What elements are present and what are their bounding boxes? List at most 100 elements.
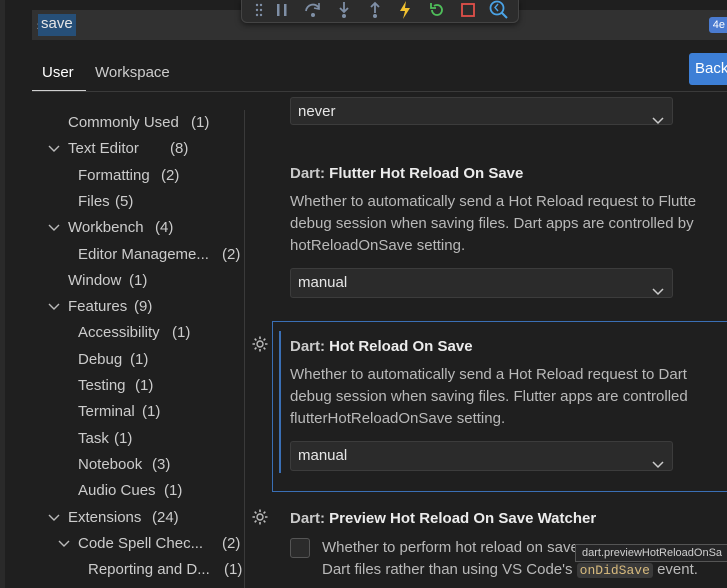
toc-item-label: Text Editor [68,140,139,158]
hot-reload-desc-3: flutterHotReloadOnSave setting. [290,410,506,427]
chevron-down-icon[interactable] [48,505,60,531]
toc-item-count: (1) [172,324,191,342]
toc-item-count: (1) [191,114,210,131]
toc-item[interactable]: Features (9) [0,294,244,320]
toc-item[interactable]: Workbench (4) [0,215,244,241]
chevron-down-icon [652,107,664,135]
chevron-down-icon [652,278,664,306]
toc-item-count: (1) [114,429,133,447]
flutter-hot-reload-desc-1: Whether to automatically send a Hot Relo… [290,193,697,210]
toc-item-count: (2) [222,534,241,552]
toc-item-label: Files [78,192,110,210]
toc-item-label: Extensions [68,508,142,526]
toc-item-label: Commonly Used [68,114,179,131]
toc-item-count: (1) [142,403,161,421]
step-into-icon[interactable] [337,1,351,19]
tabs-divider [32,91,727,92]
toc-item-label: Formatting [78,166,150,184]
chevron-down-icon [652,451,664,479]
toc-item-label: Code Spell Chec... [78,534,204,552]
toc-item[interactable]: Testing (1) [0,373,244,399]
inspect-widget-icon[interactable] [489,0,509,19]
toc-item[interactable]: Editor Manageme... (2) [0,242,244,268]
toc-item-label: Workbench [68,219,144,237]
chevron-down-icon[interactable] [48,294,60,320]
flutter-hot-reload-value: manual [298,274,348,291]
toc-item-count: (8) [170,140,189,158]
toc-item[interactable]: Accessibility (1) [0,320,244,346]
toc-item[interactable]: Reporting and D... (1) [0,557,244,583]
toc-item-label: Debug [78,350,123,368]
toc-item[interactable]: Text Editor (8) [0,136,244,162]
gear-icon[interactable] [251,508,269,526]
step-over-icon[interactable] [304,1,322,19]
hot-reload-select[interactable]: manual [290,441,673,471]
toc-item-count: (2) [161,166,180,184]
gear-icon[interactable] [251,335,269,353]
preview-watcher-checkbox[interactable] [290,538,310,558]
top-setting-value: never [298,103,336,120]
toc-item-label: Testing [78,377,126,394]
toc-item-count: (1) [164,482,183,500]
toc-item-label: Reporting and D... [88,561,210,579]
toc-item-label: Notebook [78,455,143,473]
toc-item-count: (9) [134,298,153,316]
top-setting-select[interactable]: never [290,97,673,125]
toc-item[interactable]: Notebook (3) [0,452,244,478]
hot-reload-value: manual [298,447,348,464]
toc-item-count: (4) [155,219,174,237]
toc-item-label: Terminal [78,403,135,421]
toc-item-count: (1) [129,271,148,289]
toc-item-count: (1) [224,561,243,579]
toc-divider [244,110,245,588]
toc-item[interactable]: Window (1) [0,268,244,294]
toc-item[interactable]: Commonly Used (1) [0,110,244,136]
flutter-hot-reload-title: Dart: Flutter Hot Reload On Save [290,165,524,182]
stop-icon[interactable] [460,1,476,19]
toc-item[interactable]: Extensions (24) [0,505,244,531]
toc-item[interactable]: Terminal (1) [0,399,244,425]
chevron-down-icon[interactable] [48,215,60,241]
flutter-hot-reload-select[interactable]: manual [290,268,673,298]
preview-watcher-desc-1: Whether to perform hot reload on save [322,539,579,556]
toc-item-count: (5) [115,192,134,210]
tab-workspace[interactable]: Workspace [95,64,170,81]
code-chip: onDidSave [576,563,653,578]
toc-item-count: (1) [130,350,149,368]
grip-icon[interactable] [254,1,264,19]
tab-user[interactable]: User [42,64,74,81]
toc-item-count: (24) [152,508,179,526]
toc-item[interactable]: Files (5) [0,189,244,215]
results-count-badge: 4e [708,17,727,33]
toc-item-label: Window [68,271,122,289]
hot-reload-desc-1: Whether to automatically send a Hot Relo… [290,366,687,383]
preview-watcher-desc-2: Dart files rather than using VS Code's o… [322,561,698,578]
toc-item-label: Accessibility [78,324,160,342]
toc-item-label: Features [68,298,128,316]
toc-item-label: Audio Cues [78,482,156,500]
chevron-down-icon[interactable] [58,531,70,557]
toc-item-count: (1) [135,377,154,394]
hot-reload-desc-2: debug session when saving files. Flutter… [290,388,688,405]
toc-item[interactable]: Task (1) [0,426,244,452]
toc-item[interactable]: Formatting (2) [0,163,244,189]
pause-icon[interactable] [275,1,289,19]
search-query-text: save [41,15,73,32]
debug-toolbar [241,0,519,23]
preview-watcher-title: Dart: Preview Hot Reload On Save Watcher [290,510,597,527]
chevron-down-icon[interactable] [48,136,60,162]
toc-item-count: (3) [152,455,171,473]
hot-reload-title: Dart: Hot Reload On Save [290,338,473,355]
hot-reload-icon[interactable] [398,1,412,19]
setting-id-tooltip: dart.previewHotReloadOnSa [575,544,727,562]
restart-icon[interactable] [429,1,445,19]
toc-item-label: Task [78,429,109,447]
step-out-icon[interactable] [368,1,382,19]
toc-item[interactable]: Code Spell Chec... (2) [0,531,244,557]
toc-item-count: (2) [222,245,241,263]
toc-item[interactable]: Audio Cues (1) [0,478,244,504]
modified-indicator [279,331,281,473]
toc-item[interactable]: Debug (1) [0,347,244,373]
backup-sync-button[interactable]: Back [689,53,727,85]
flutter-hot-reload-desc-2: debug session when saving files. Dart ap… [290,215,694,232]
